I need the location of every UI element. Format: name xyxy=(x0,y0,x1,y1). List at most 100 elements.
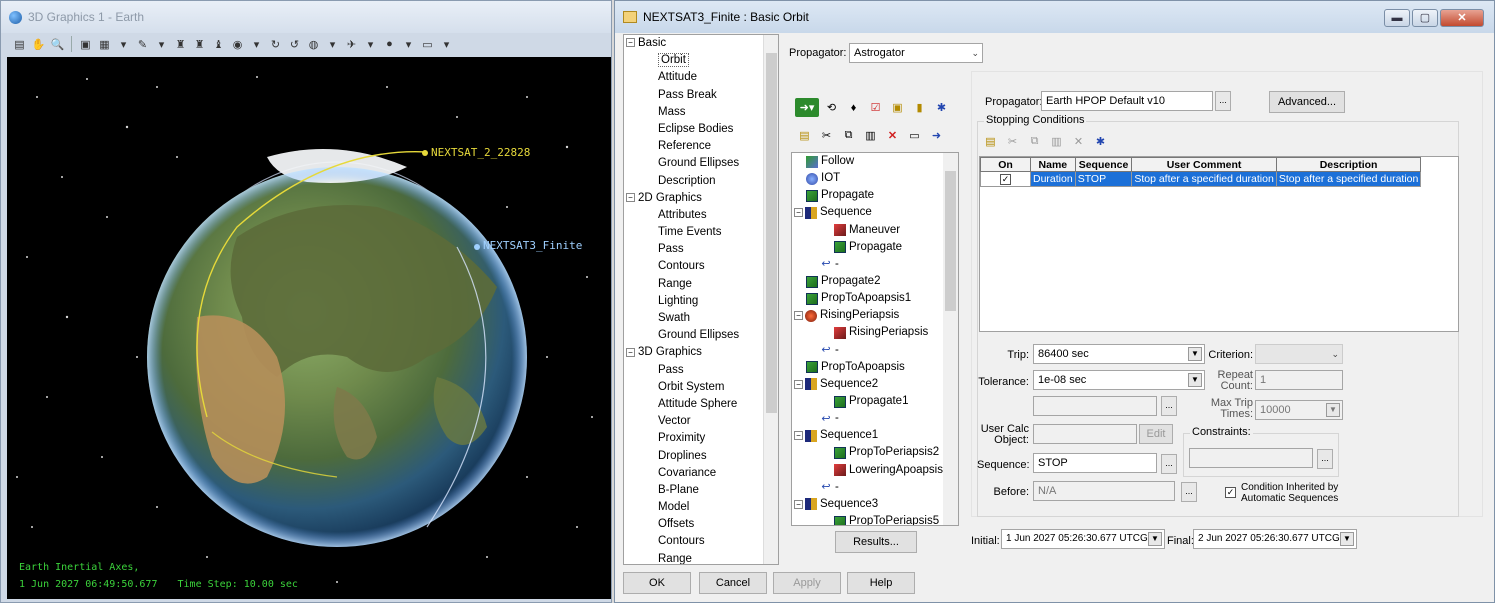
tree-item[interactable]: Time Events xyxy=(624,224,778,241)
segment-propagator-browse[interactable]: ... xyxy=(1215,91,1231,111)
trip-field[interactable]: 86400 sec ▼ xyxy=(1033,344,1205,364)
col-name[interactable]: Name xyxy=(1030,157,1076,172)
chevron-down-icon[interactable]: ▼ xyxy=(1188,373,1202,387)
tree-item[interactable]: Range xyxy=(624,276,778,293)
col-description[interactable]: Description xyxy=(1275,157,1422,172)
inherited-checkbox[interactable]: ✓ xyxy=(1225,486,1236,498)
target-icon[interactable]: ⟲ xyxy=(822,98,841,117)
graphics-titlebar[interactable]: 3D Graphics 1 - Earth xyxy=(1,1,611,33)
tree-item[interactable]: Droplines xyxy=(624,448,778,465)
figure3-icon[interactable]: ♝ xyxy=(210,36,227,53)
collapse-icon[interactable]: − xyxy=(794,499,803,509)
tree-item[interactable]: Vector xyxy=(624,413,778,430)
mcs-scrollbar[interactable] xyxy=(943,153,958,525)
chevron-down-icon[interactable]: ▼ xyxy=(1340,532,1354,546)
collapse-icon[interactable]: − xyxy=(794,311,803,321)
final-field[interactable]: 2 Jun 2027 05:26:30.677 UTCG ▼ xyxy=(1193,529,1357,549)
camera-icon[interactable]: ◉ xyxy=(229,36,246,53)
edit-button[interactable]: Edit xyxy=(1139,424,1173,444)
paste-icon[interactable]: ▥ xyxy=(1047,132,1066,151)
results-button[interactable]: Results... xyxy=(835,531,917,553)
table-row[interactable]: ✓ Duration STOP Stop after a specified d… xyxy=(980,171,1422,187)
tool2-icon[interactable]: ↺ xyxy=(286,36,303,53)
screen-icon[interactable]: ▭ xyxy=(419,36,436,53)
tree-item[interactable]: B-Plane xyxy=(624,482,778,499)
apply-button[interactable]: Apply xyxy=(773,572,841,594)
note-icon[interactable]: ▣ xyxy=(888,98,907,117)
check-icon[interactable]: ☑ xyxy=(866,98,885,117)
view-icon[interactable]: ▣ xyxy=(77,36,94,53)
collapse-icon[interactable]: − xyxy=(794,431,803,441)
tree-group[interactable]: −2D Graphics xyxy=(624,190,778,207)
before-browse[interactable]: ... xyxy=(1181,482,1197,502)
dropdown-icon[interactable]: ▾ xyxy=(362,36,379,53)
mcs-segment[interactable]: PropToApoapsis1 xyxy=(792,290,958,307)
copy-icon[interactable]: ⧉ xyxy=(1025,132,1044,151)
cut-icon[interactable]: ✂ xyxy=(1003,132,1022,151)
new-icon[interactable]: ▤ xyxy=(795,126,814,145)
dropdown-icon[interactable]: ▾ xyxy=(400,36,417,53)
tree-item[interactable]: Offsets xyxy=(624,516,778,533)
paste-icon[interactable]: ▥ xyxy=(861,126,880,145)
constraints-field[interactable] xyxy=(1189,448,1313,468)
mcs-segment[interactable]: − Sequence3 xyxy=(792,496,958,513)
pin-icon[interactable]: ✎ xyxy=(134,36,151,53)
mcs-segment[interactable]: − Sequence xyxy=(792,204,958,221)
cut-icon[interactable]: ✂ xyxy=(817,126,836,145)
mission-control-sequence[interactable]: Follow IOT Propagate − Sequence Maneuver Propa… xyxy=(791,152,959,526)
collapse-icon[interactable]: − xyxy=(794,208,803,218)
collapse-icon[interactable]: − xyxy=(626,193,635,203)
doc-icon[interactable]: ▮ xyxy=(910,98,929,117)
initial-field[interactable]: 1 Jun 2027 05:26:30.677 UTCG ▼ xyxy=(1001,529,1165,549)
mcs-segment[interactable]: Follow xyxy=(792,153,958,170)
segment-propagator-field[interactable]: Earth HPOP Default v10 xyxy=(1041,91,1213,111)
dropdown-icon[interactable]: ▾ xyxy=(153,36,170,53)
tree-item[interactable]: Model xyxy=(624,499,778,516)
tree-item[interactable]: Covariance xyxy=(624,465,778,482)
arrow-icon[interactable]: ➜ xyxy=(927,126,946,145)
tree-item[interactable]: Contours xyxy=(624,258,778,275)
tree-item[interactable]: Mass xyxy=(624,104,778,121)
mcs-segment[interactable]: RisingPeriapsis xyxy=(792,324,958,341)
map-icon[interactable]: ▦ xyxy=(96,36,113,53)
tree-scroll-thumb[interactable] xyxy=(766,53,777,413)
tree-item[interactable]: Pass Break xyxy=(624,87,778,104)
mcs-segment[interactable]: ↩ - xyxy=(792,342,958,359)
tree-item[interactable]: Lighting xyxy=(624,293,778,310)
mcs-segment[interactable]: PropToPeriapsis2 xyxy=(792,444,958,461)
collapse-icon[interactable]: − xyxy=(626,347,635,357)
tree-item[interactable]: Attributes xyxy=(624,207,778,224)
col-user-comment[interactable]: User Comment xyxy=(1131,157,1277,172)
sequence-browse[interactable]: ... xyxy=(1161,454,1177,474)
mcs-segment[interactable]: − Sequence1 xyxy=(792,427,958,444)
maximize-icon[interactable]: ▢ xyxy=(1412,9,1438,27)
copy-icon[interactable]: ⧉ xyxy=(839,126,858,145)
mcs-segment[interactable]: Propagate xyxy=(792,239,958,256)
inherited-check[interactable]: ✓ xyxy=(1225,487,1236,498)
constraints-browse[interactable]: ... xyxy=(1317,449,1333,469)
propagator-select[interactable]: Astrogator ⌄ xyxy=(849,43,983,63)
cell-on[interactable]: ✓ xyxy=(980,171,1031,187)
mcs-segment[interactable]: ↩ - xyxy=(792,410,958,427)
mcs-segment[interactable]: PropToApoapsis xyxy=(792,359,958,376)
tree-item[interactable]: Ground Ellipses xyxy=(624,155,778,172)
col-sequence[interactable]: Sequence xyxy=(1074,157,1133,172)
print-icon[interactable]: ▭ xyxy=(905,126,924,145)
tree-item[interactable]: Proximity xyxy=(624,430,778,447)
delete-icon[interactable]: ✕ xyxy=(883,126,902,145)
close-icon[interactable]: ✕ xyxy=(1440,9,1484,27)
tree-group[interactable]: −3D Graphics xyxy=(624,344,778,361)
tag-icon[interactable]: ♦ xyxy=(844,98,863,117)
mcs-segment[interactable]: Propagate xyxy=(792,187,958,204)
ok-button[interactable]: OK xyxy=(623,572,691,594)
settings-icon[interactable]: ✱ xyxy=(932,98,951,117)
earth-icon[interactable]: ◍ xyxy=(305,36,322,53)
figure-icon[interactable]: ♜ xyxy=(172,36,189,53)
cancel-button[interactable]: Cancel xyxy=(699,572,767,594)
delete-icon[interactable]: ✕ xyxy=(1069,132,1088,151)
tree-item[interactable]: Orbit System xyxy=(624,379,778,396)
blank-field[interactable] xyxy=(1033,396,1157,416)
user-calc-field[interactable] xyxy=(1033,424,1137,444)
tree-item[interactable]: Range xyxy=(624,551,778,564)
mcs-segment[interactable]: − Sequence2 xyxy=(792,376,958,393)
